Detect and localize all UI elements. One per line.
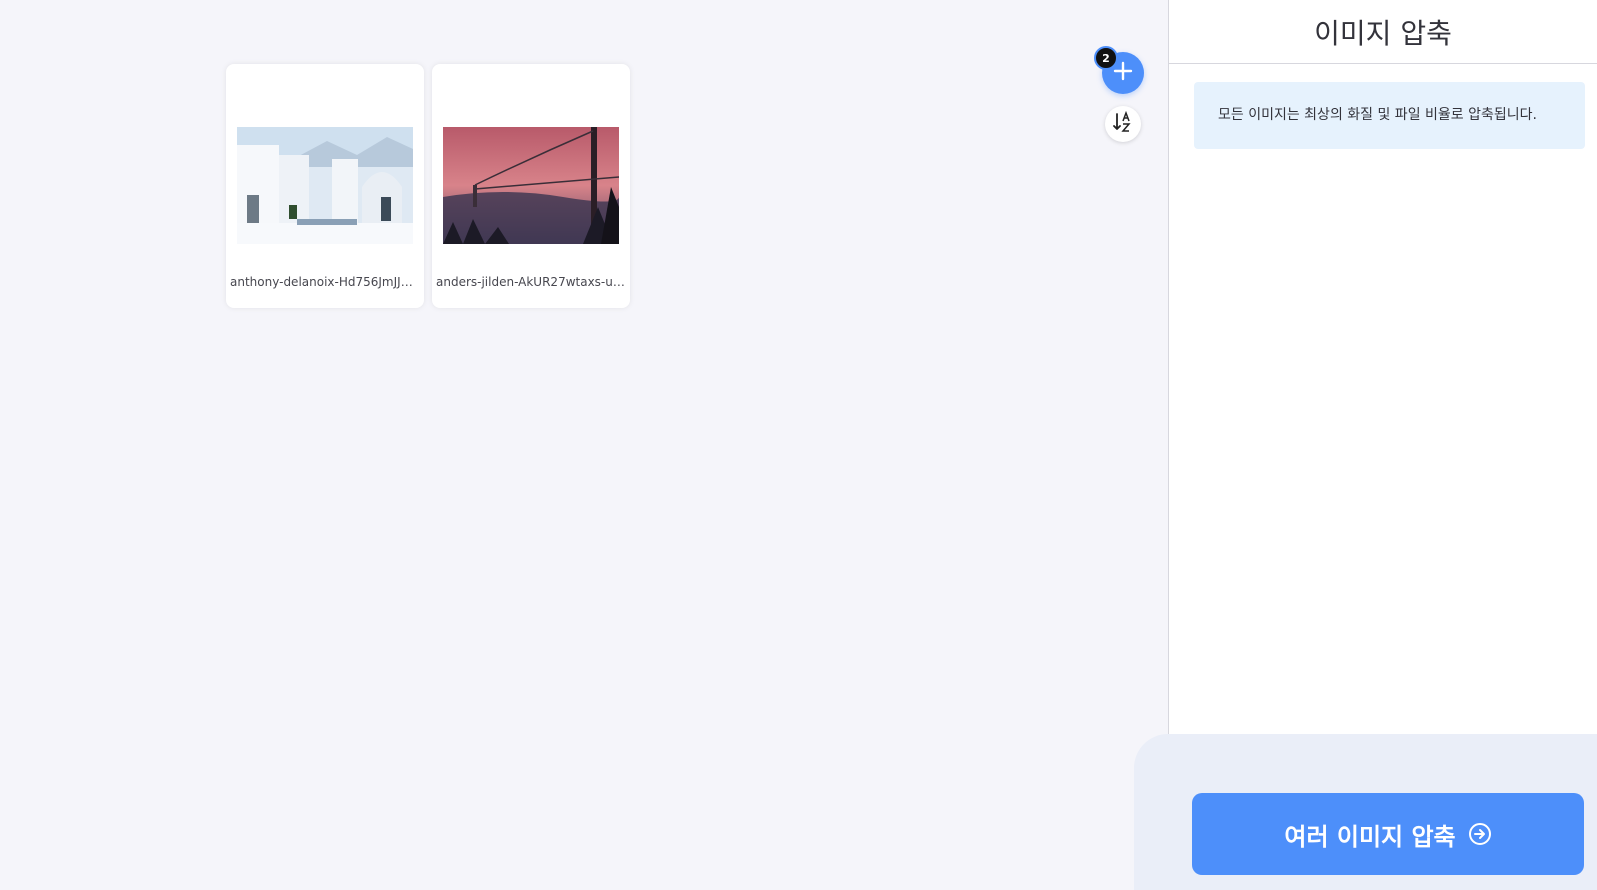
sidebar-title: 이미지 압축 xyxy=(1169,0,1597,64)
arrow-right-circle-icon xyxy=(1468,822,1492,846)
file-thumbnail xyxy=(237,127,413,244)
file-thumbnail xyxy=(443,127,619,244)
file-card[interactable]: anders-jilden-AkUR27wtaxs-un… xyxy=(432,64,630,308)
workspace: anthony-delanoix-Hd756JmJJE… anders-jild… xyxy=(0,0,1168,890)
compress-images-button[interactable]: 여러 이미지 압축 xyxy=(1192,793,1584,875)
compress-button-label: 여러 이미지 압축 xyxy=(1284,822,1456,851)
file-name: anthony-delanoix-Hd756JmJJE… xyxy=(230,275,420,289)
sort-button[interactable] xyxy=(1105,106,1141,142)
info-box: 모든 이미지는 최상의 화질 및 파일 비율로 압축됩니다. xyxy=(1194,82,1585,149)
sort-az-icon xyxy=(1112,110,1134,137)
file-count-badge: 2 xyxy=(1094,46,1118,70)
file-name: anders-jilden-AkUR27wtaxs-un… xyxy=(436,275,626,289)
file-card[interactable]: anthony-delanoix-Hd756JmJJE… xyxy=(226,64,424,308)
